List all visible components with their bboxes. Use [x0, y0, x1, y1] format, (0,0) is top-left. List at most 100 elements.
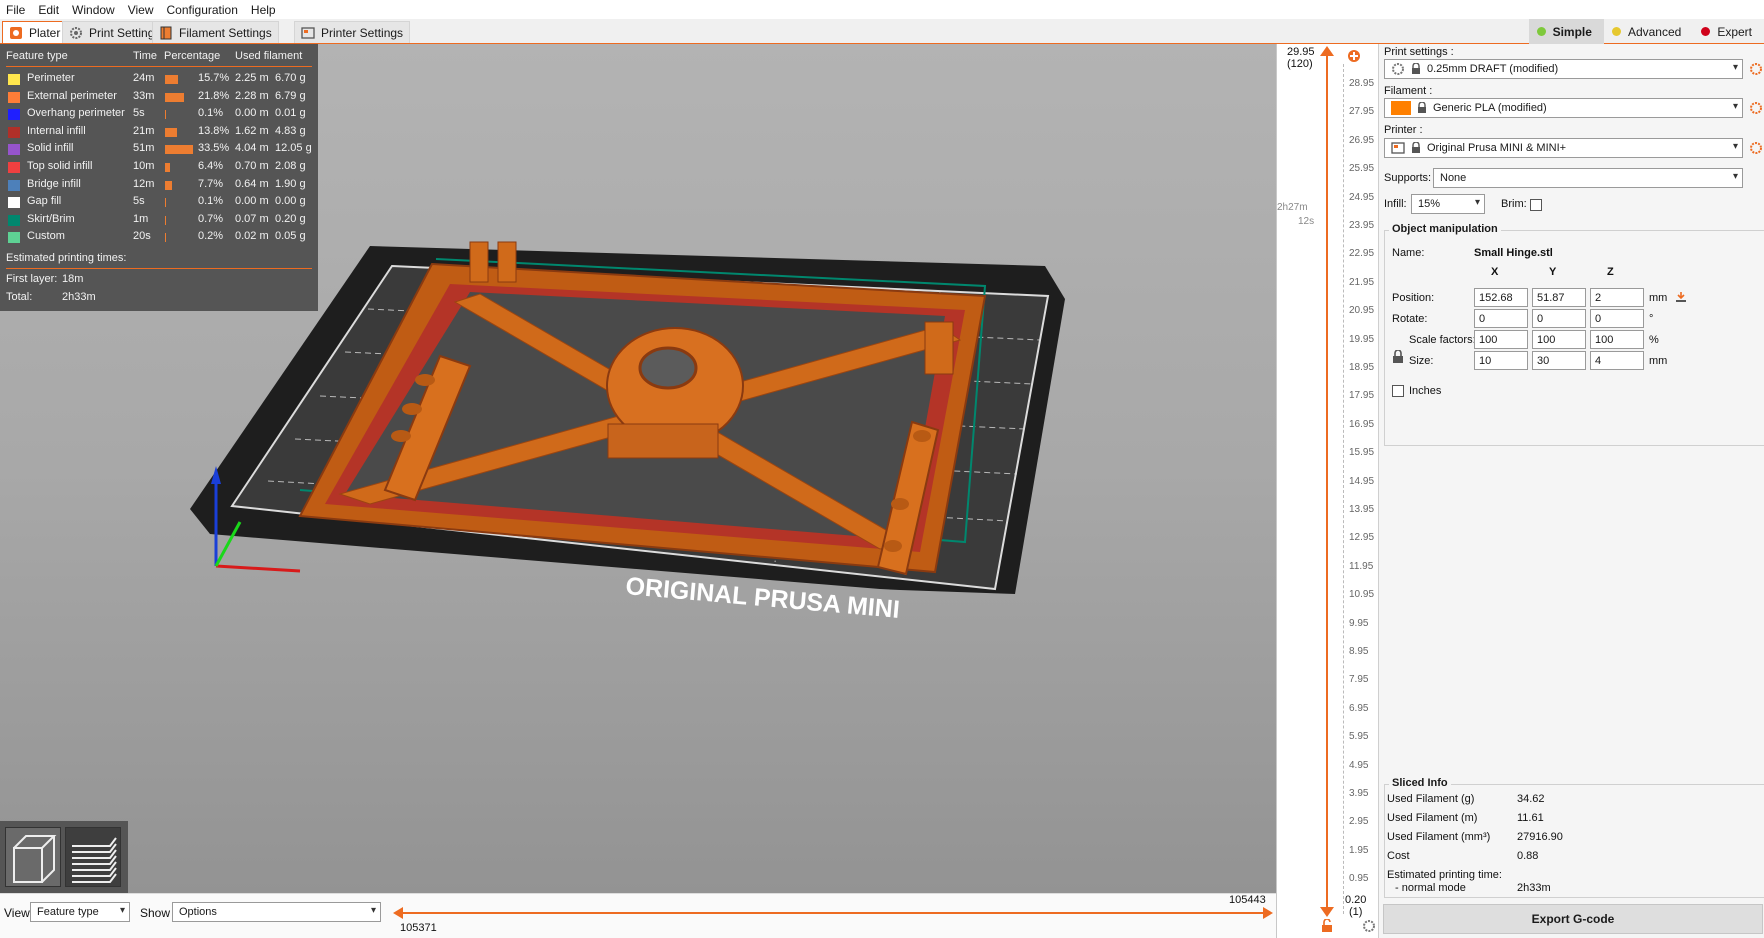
mode-advanced[interactable]: Advanced — [1604, 19, 1693, 44]
legend-header-type: Feature type — [6, 50, 68, 62]
legend-swatch — [8, 91, 20, 103]
legend-swatch — [8, 232, 20, 244]
rotate-z-input[interactable]: 0 — [1590, 309, 1644, 328]
add-color-change-icon[interactable] — [1347, 49, 1361, 63]
size-z-input[interactable]: 4 — [1590, 351, 1644, 370]
chevron-down-icon: ▾ — [1732, 171, 1738, 182]
mode-label: Expert — [1717, 24, 1752, 39]
legend-swatch — [8, 74, 20, 85]
menu-window[interactable]: Window — [72, 3, 115, 17]
size-y-input[interactable]: 30 — [1532, 351, 1586, 370]
lock-icon[interactable] — [1321, 919, 1333, 933]
filament-combo[interactable]: Generic PLA (modified) ▾ — [1384, 98, 1743, 118]
slider-tick-label: 0.95 — [1349, 873, 1369, 885]
position-y-input[interactable]: 51.87 — [1532, 288, 1586, 307]
filament-value: Generic PLA (modified) — [1433, 102, 1547, 114]
slider-tick-label: 13.95 — [1349, 504, 1375, 515]
slider-tick-label: 10.95 — [1349, 589, 1375, 601]
tab-plater[interactable]: Plater — [2, 21, 68, 43]
edit-print-settings-icon[interactable] — [1749, 62, 1763, 76]
slider-tick-label: 4.95 — [1349, 759, 1369, 771]
move-slider-left-thumb-icon[interactable] — [392, 906, 404, 920]
sliced-row-value: 11.61 — [1517, 812, 1544, 824]
printer-icon — [1391, 142, 1405, 154]
first-layer-label: First layer: — [6, 273, 58, 285]
show-label: Show — [140, 906, 171, 920]
legend-percentage: 7.7% — [198, 177, 224, 190]
legend-header: Feature type Time Percentage Used filame… — [0, 50, 318, 64]
slider-rule — [1343, 64, 1344, 914]
rotate-y-input[interactable]: 0 — [1532, 309, 1586, 328]
edit-filament-icon[interactable] — [1749, 101, 1763, 115]
supports-combo[interactable]: None ▾ — [1433, 168, 1743, 188]
rotate-x-input[interactable]: 0 — [1474, 309, 1528, 328]
position-z-input[interactable]: 2 — [1590, 288, 1644, 307]
rotate-label: Rotate: — [1392, 313, 1428, 325]
layer-slider[interactable]: 29.95 (120) 2h27m 12s 28.95 27.95 26.95 25.… — [1276, 44, 1378, 938]
slider-tick-label: 5.95 — [1349, 731, 1369, 743]
legend-swatch — [8, 126, 20, 138]
legend-feature-name: Gap fill — [27, 195, 62, 208]
tab-filament-settings[interactable]: Filament Settings — [152, 21, 279, 43]
legend-row: Skirt/Brim 1m 0.7% 0.07 m 0.20 g — [0, 213, 318, 228]
slider-tick-label: 19.95 — [1349, 333, 1375, 345]
view-type-combo[interactable]: Feature type ▾ — [30, 902, 130, 922]
move-slider-track[interactable] — [400, 912, 1266, 914]
legend-share-bar — [165, 75, 179, 84]
infill-combo[interactable]: 15% ▾ — [1411, 194, 1485, 214]
menu-file[interactable]: File — [6, 3, 25, 17]
scale-x-input[interactable]: 100 — [1474, 330, 1528, 349]
position-x-input[interactable]: 152.68 — [1474, 288, 1528, 307]
show-options-combo[interactable]: Options ▾ — [172, 902, 381, 922]
legend-grams: 0.00 g — [275, 195, 306, 208]
mode-expert[interactable]: Expert — [1693, 19, 1764, 44]
menu-configuration[interactable]: Configuration — [167, 3, 238, 17]
menu-view[interactable]: View — [128, 3, 154, 17]
settings-cog-icon[interactable] — [1362, 919, 1376, 933]
export-gcode-button[interactable]: Export G-code — [1383, 904, 1763, 934]
axis-x-header: X — [1491, 266, 1499, 278]
view-label: View — [4, 906, 30, 920]
scale-y-input[interactable]: 100 — [1532, 330, 1586, 349]
legend-row: Perimeter 24m 15.7% 2.25 m 6.70 g — [0, 72, 318, 87]
scale-z-input[interactable]: 100 — [1590, 330, 1644, 349]
legend-divider — [6, 66, 312, 67]
move-slider-right-thumb-icon[interactable] — [1262, 906, 1274, 920]
estimated-time-label: Estimated printing time: — [1387, 869, 1502, 881]
legend-meters: 2.25 m — [235, 72, 269, 84]
chevron-down-icon: ▾ — [1732, 141, 1738, 152]
legend-percentage: 6.4% — [198, 160, 224, 172]
slider-top-thumb-icon[interactable] — [1319, 44, 1335, 58]
normal-mode-value: 2h33m — [1517, 882, 1551, 894]
size-x-input[interactable]: 10 — [1474, 351, 1528, 370]
slider-tick-label: 23.95 — [1349, 220, 1375, 231]
3d-view-button[interactable] — [5, 827, 61, 887]
sliced-row-value: 34.62 — [1517, 793, 1545, 805]
menu-edit[interactable]: Edit — [38, 3, 59, 17]
chevron-down-icon: ▾ — [119, 905, 125, 916]
mode-simple[interactable]: Simple — [1528, 19, 1604, 44]
legend-meters: 0.00 m — [235, 195, 269, 208]
expert-dot-icon — [1701, 27, 1711, 36]
filament-color-swatch[interactable] — [1391, 101, 1411, 115]
legend-share-bar — [165, 145, 194, 155]
menu-help[interactable]: Help — [251, 3, 276, 17]
inches-checkbox[interactable] — [1392, 385, 1404, 397]
brim-checkbox[interactable] — [1530, 199, 1542, 211]
scale-lock-icon[interactable] — [1392, 350, 1404, 364]
printer-combo[interactable]: Original Prusa MINI & MINI+ ▾ — [1384, 138, 1743, 158]
slider-tick-label: 20.95 — [1349, 305, 1375, 317]
printer-value: Original Prusa MINI & MINI+ — [1427, 142, 1567, 154]
edit-printer-icon[interactable] — [1749, 141, 1763, 155]
total-label: Total: — [6, 291, 33, 303]
preview-button[interactable] — [65, 827, 121, 887]
print-settings-combo[interactable]: 0.25mm DRAFT (modified) ▾ — [1384, 59, 1743, 79]
right-sidebar: Print settings : 0.25mm DRAFT (modified)… — [1378, 44, 1764, 938]
tab-printer-settings[interactable]: Printer Settings — [294, 21, 411, 43]
slider-tick-label: 3.95 — [1349, 788, 1369, 799]
slider-bottom-thumb-icon[interactable] — [1319, 906, 1335, 918]
drop-to-bed-icon[interactable] — [1674, 290, 1688, 304]
legend-time: 33m — [133, 89, 155, 102]
show-options-value: Options — [179, 906, 217, 918]
axis-z-header: Z — [1607, 266, 1614, 278]
